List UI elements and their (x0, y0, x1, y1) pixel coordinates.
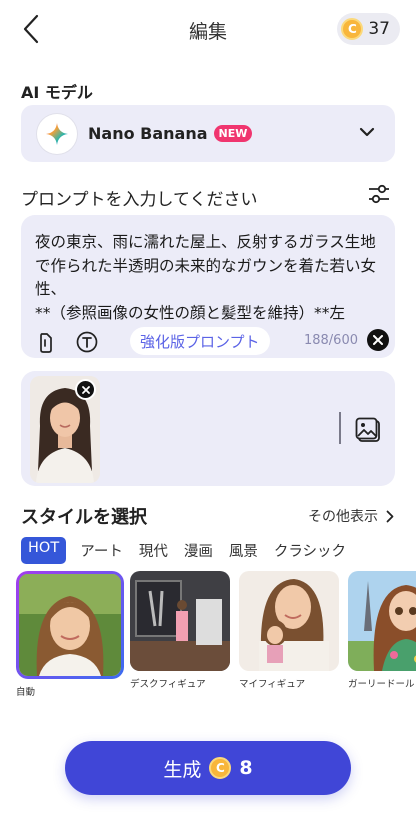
remove-image-button[interactable] (75, 379, 96, 400)
show-more-label: その他表示 (308, 509, 378, 525)
style-card-desk-figure[interactable]: デスクフィギュア (130, 571, 230, 690)
style-card-my-figure[interactable]: マイフィギュア (239, 571, 339, 690)
style-cards: 自動 デスクフィギュア マイフィギュア ガーリードール (16, 571, 416, 701)
top-bar: 編集 C 37 (0, 0, 416, 60)
prompt-textarea[interactable]: 夜の東京、雨に濡れた屋上、反射するガラス生地で作られた半透明の未来的なガウンを着… (35, 231, 389, 323)
style-card-girly-doll[interactable]: ガーリードール (348, 571, 416, 690)
style-thumbnail (348, 571, 416, 671)
tab-classic[interactable]: クラシック (266, 537, 354, 564)
gemini-sparkle-icon (37, 113, 77, 154)
show-more-link[interactable]: その他表示 (308, 506, 394, 526)
tab-landscape[interactable]: 風景 (221, 537, 266, 564)
style-thumbnail (130, 571, 230, 671)
chevron-right-icon (386, 510, 394, 522)
style-section-title: スタイルを選択 (21, 507, 147, 528)
coin-balance[interactable]: C 37 (337, 13, 400, 45)
coin-icon: C (209, 757, 232, 779)
style-thumbnail (239, 571, 339, 671)
model-selector[interactable]: Nano Banana NEW (21, 105, 395, 162)
style-card-label: デスクフィギュア (130, 679, 206, 690)
style-tabs: HOT アート 現代 漫画 風景 クラシック (21, 537, 354, 564)
generate-cost: 8 (239, 757, 253, 779)
tab-hot[interactable]: HOT (21, 537, 67, 564)
new-badge: NEW (213, 125, 253, 142)
close-icon (81, 385, 90, 394)
chevron-down-icon (359, 127, 375, 137)
prompt-input-area[interactable]: 夜の東京、雨に濡れた屋上、反射するガラス生地で作られた半透明の未来的なガウンを着… (21, 215, 395, 358)
style-card-label: マイフィギュア (239, 679, 306, 690)
text-format-icon[interactable] (76, 331, 98, 353)
settings-sliders-icon[interactable] (368, 183, 390, 209)
clear-prompt-button[interactable] (367, 329, 389, 351)
divider (339, 412, 341, 444)
coin-count: 37 (368, 19, 390, 39)
style-thumbnail (16, 571, 124, 679)
close-icon (373, 335, 383, 345)
coin-icon: C (341, 18, 364, 40)
tab-art[interactable]: アート (72, 537, 131, 564)
clip-icon[interactable] (36, 331, 58, 353)
char-count: 188/600 (303, 333, 358, 348)
model-name: Nano Banana (88, 124, 208, 143)
reference-image-area (21, 371, 395, 486)
style-card-label: ガーリードール (348, 679, 415, 690)
image-gallery-icon[interactable] (355, 417, 381, 443)
prompt-label: プロンプトを入力してください (21, 190, 258, 210)
generate-button[interactable]: 生成 C 8 (65, 741, 351, 795)
generate-label: 生成 (163, 758, 202, 781)
style-card-label: 自動 (16, 687, 36, 698)
tab-modern[interactable]: 現代 (131, 537, 176, 564)
tab-manga[interactable]: 漫画 (176, 537, 221, 564)
ai-model-label: AI モデル (21, 83, 93, 102)
enhance-prompt-button[interactable]: 強化版プロンプト (130, 327, 270, 355)
style-card-auto[interactable]: 自動 (16, 571, 121, 698)
